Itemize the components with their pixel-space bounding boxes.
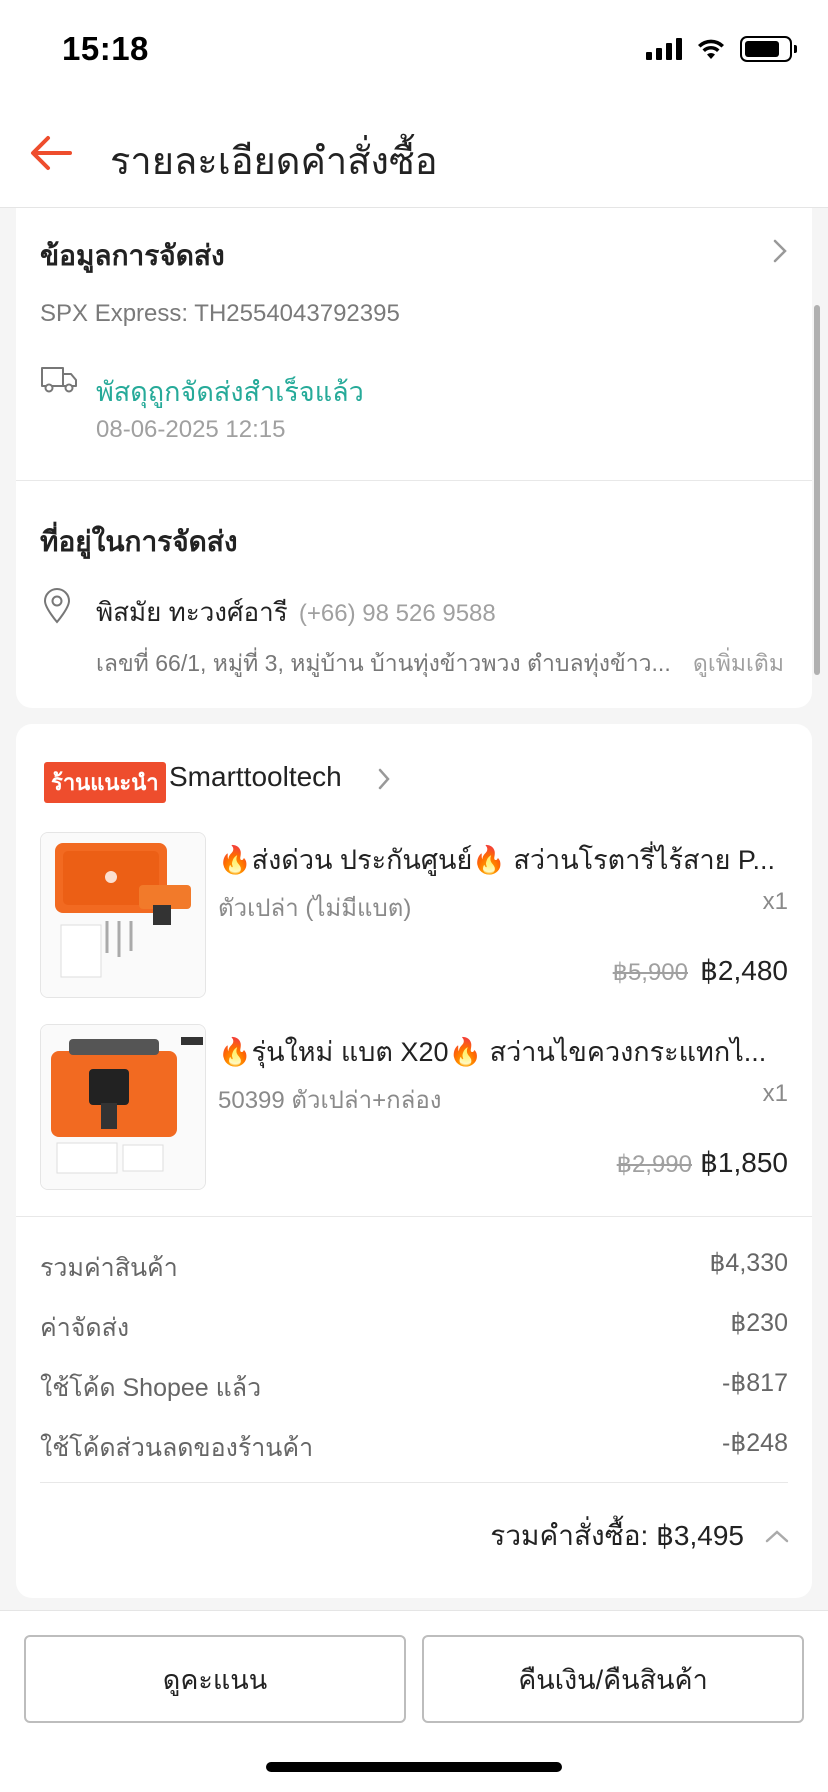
delivery-status: พัสดุถูกจัดส่งสำเร็จแล้ว xyxy=(96,377,364,407)
summary-label: ใช้โค้ด Shopee แล้ว xyxy=(40,1374,262,1402)
summary-label: ใช้โค้ดส่วนลดของร้านค้า xyxy=(40,1434,314,1462)
divider xyxy=(16,1216,812,1217)
summary-value: -฿248 xyxy=(722,1429,788,1457)
product-item[interactable]: 🔥ส่งด่วน ประกันศูนย์🔥 สว่านโรตารี่ไร้สาย… xyxy=(16,824,812,1004)
delivery-status-time: 08-06-2025 12:15 xyxy=(96,416,286,443)
shipping-card: ข้อมูลการจัดส่ง SPX Express: TH255404379… xyxy=(16,208,812,708)
product-title: 🔥รุ่นใหม่ แบต X20🔥 สว่านไขควงกระแทกไ... xyxy=(218,1037,767,1067)
summary-label: รวมค่าสินค้า xyxy=(40,1254,178,1282)
cellular-signal-icon xyxy=(646,38,682,60)
status-bar: 15:18 xyxy=(0,0,828,100)
bottom-action-bar: ดูคะแนน คืนเงิน/คืนสินค้า xyxy=(0,1610,828,1792)
divider xyxy=(16,480,812,481)
page-header: รายละเอียดคำสั่งซื้อ xyxy=(0,100,828,208)
product-title: 🔥ส่งด่วน ประกันศูนย์🔥 สว่านโรตารี่ไร้สาย… xyxy=(218,845,775,875)
recipient-phone: (+66) 98 526 9588 xyxy=(298,600,496,627)
chevron-right-icon xyxy=(378,768,390,790)
refund-return-button[interactable]: คืนเงิน/คืนสินค้า xyxy=(422,1635,804,1723)
order-total: รวมคำสั่งซื้อ: ฿3,495 xyxy=(490,1520,744,1551)
summary-value: -฿817 xyxy=(722,1369,788,1397)
summary-value: ฿230 xyxy=(730,1309,788,1337)
product-original-price: ฿2,990 xyxy=(616,1151,692,1178)
shipping-info-title: ข้อมูลการจัดส่ง xyxy=(40,240,225,271)
address-line: เลขที่ 66/1, หมู่ที่ 3, หมู่บ้าน บ้านทุ่… xyxy=(96,650,671,676)
wifi-icon xyxy=(698,39,724,59)
back-arrow-icon xyxy=(31,136,72,170)
rotary-hammer-image xyxy=(41,833,205,997)
shipping-info-row[interactable]: ข้อมูลการจัดส่ง SPX Express: TH255404379… xyxy=(16,208,812,418)
address-title: ที่อยู่ในการจัดส่ง xyxy=(40,526,238,557)
product-image xyxy=(40,832,206,998)
product-variant: 50399 ตัวเปล่า+กล่อง xyxy=(218,1087,442,1114)
product-price: ฿2,480 xyxy=(700,955,788,986)
product-item[interactable]: 🔥รุ่นใหม่ แบต X20🔥 สว่านไขควงกระแทกไ... … xyxy=(16,1016,812,1196)
product-variant: ตัวเปล่า (ไม่มีแบต) xyxy=(218,895,412,922)
view-rating-button[interactable]: ดูคะแนน xyxy=(24,1635,406,1723)
scrollbar[interactable] xyxy=(814,305,820,675)
product-original-price: ฿5,900 xyxy=(612,959,688,986)
location-pin-icon xyxy=(43,588,71,624)
address-more-link[interactable]: ดูเพิ่มเติม xyxy=(693,646,784,682)
summary-value: ฿4,330 xyxy=(709,1249,788,1277)
product-price: ฿1,850 xyxy=(700,1147,788,1178)
impact-driver-image xyxy=(41,1025,205,1189)
chevron-right-icon xyxy=(773,239,787,263)
delivery-truck-icon xyxy=(41,367,77,393)
recipient-line: พิสมัย ทะวงศ์อารี (+66) 98 526 9588 xyxy=(96,592,496,633)
tracking-number: SPX Express: TH2554043792395 xyxy=(40,300,400,327)
product-quantity: x1 xyxy=(762,888,788,915)
summary-label: ค่าจัดส่ง xyxy=(40,1314,130,1342)
product-image xyxy=(40,1024,206,1190)
preferred-shop-badge: ร้านแนะนำ xyxy=(44,762,166,803)
home-indicator xyxy=(266,1762,562,1772)
battery-icon xyxy=(740,36,797,62)
back-button[interactable] xyxy=(26,128,76,178)
shop-row[interactable]: ร้านแนะนำ Smarttooltech xyxy=(16,724,812,824)
shop-name: Smarttooltech xyxy=(169,761,342,792)
divider xyxy=(40,1482,788,1483)
product-quantity: x1 xyxy=(762,1080,788,1107)
order-total-toggle[interactable]: รวมคำสั่งซื้อ: ฿3,495 xyxy=(490,1514,790,1558)
chevron-up-icon xyxy=(765,1530,789,1543)
status-icons xyxy=(646,36,797,62)
order-detail-screen: 15:18 รายละเอียดคำสั่งซื้อ ข้อมูลการจัดส… xyxy=(0,0,828,1792)
order-card: ร้านแนะนำ Smarttooltech 🔥ส่งด่วน ประกันศ… xyxy=(16,724,812,1598)
page-title: รายละเอียดคำสั่งซื้อ xyxy=(110,141,438,183)
status-time: 15:18 xyxy=(62,30,149,67)
recipient-name: พิสมัย ทะวงศ์อารี xyxy=(96,597,288,627)
